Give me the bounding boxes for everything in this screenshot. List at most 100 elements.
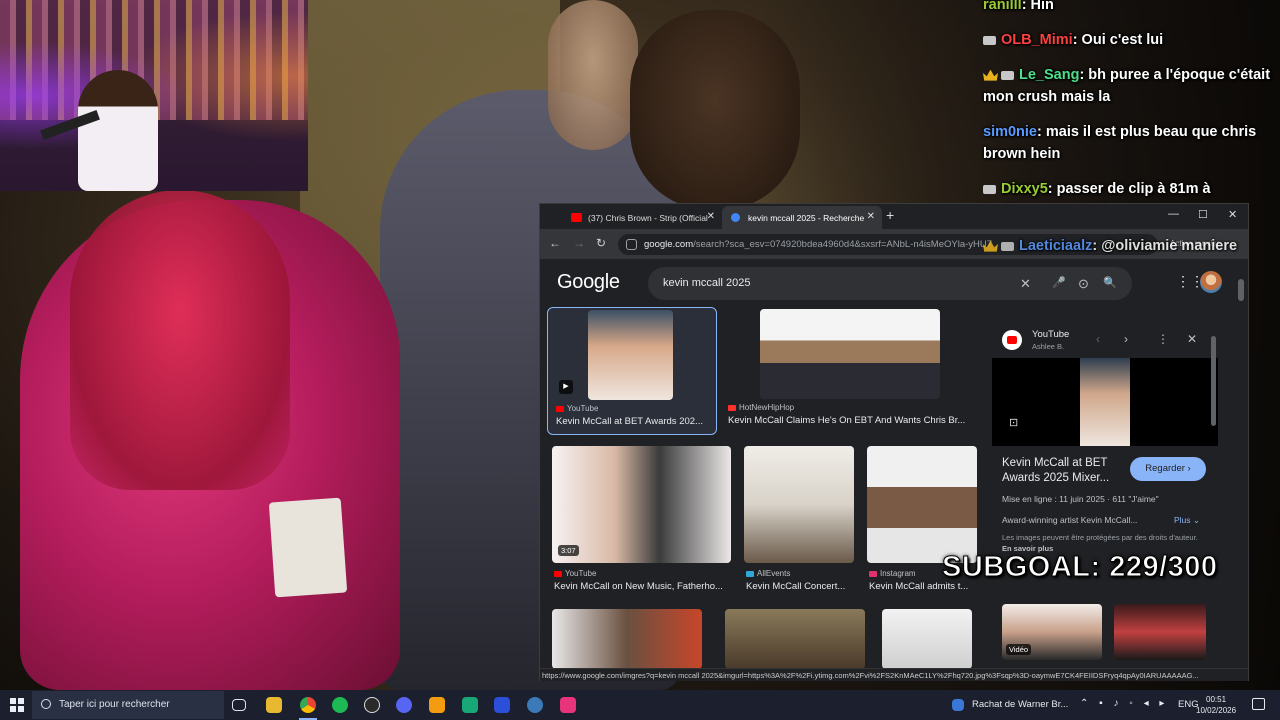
result-thumbnail bbox=[867, 446, 977, 563]
result-thumbnail[interactable] bbox=[882, 609, 972, 668]
image-preview-panel: YouTube Ashlee B. ‹ › ⋮ ✕ ⊡ Kevin McCall… bbox=[992, 326, 1218, 668]
spotify-icon[interactable] bbox=[332, 697, 348, 713]
result-title: Kevin McCall at BET Awards 202... bbox=[556, 416, 703, 427]
preview-image bbox=[1080, 358, 1130, 446]
tab-google-search[interactable]: kevin mccall 2025 - Recherche ✕ bbox=[722, 206, 882, 229]
result-thumbnail bbox=[552, 446, 731, 563]
visit-label: Regarder bbox=[1145, 463, 1185, 474]
chevron-left-icon[interactable]: ‹ bbox=[1096, 332, 1100, 346]
crown-icon bbox=[983, 240, 998, 252]
image-result[interactable]: HotNewHipHop Kevin McCall Claims He's On… bbox=[726, 307, 986, 435]
new-tab-button[interactable]: + bbox=[886, 207, 894, 223]
streamer bbox=[78, 70, 158, 191]
discord-icon[interactable] bbox=[396, 697, 412, 713]
task-view-icon[interactable] bbox=[232, 699, 246, 711]
google-logo[interactable]: Google bbox=[557, 271, 620, 294]
result-title: Kevin McCall Concert... bbox=[746, 581, 846, 592]
forward-button[interactable]: → bbox=[573, 236, 585, 250]
maximize-button[interactable]: ☐ bbox=[1198, 208, 1208, 221]
mic-icon[interactable]: 🎤 bbox=[1052, 267, 1066, 300]
panel-scrollbar[interactable] bbox=[1211, 336, 1216, 426]
clock-date: 10/02/2026 bbox=[1196, 706, 1237, 715]
chevron-right-icon[interactable]: › bbox=[1124, 332, 1128, 346]
minimize-button[interactable]: — bbox=[1168, 208, 1179, 220]
more-button[interactable]: Plus ⌄ bbox=[1174, 515, 1200, 526]
image-result[interactable]: AllEvents Kevin McCall Concert... bbox=[744, 444, 858, 604]
visit-button[interactable]: Regarder › bbox=[1130, 457, 1206, 481]
taskbar-search-input[interactable]: Taper ici pour rechercher bbox=[32, 691, 224, 719]
page-scrollbar[interactable] bbox=[1238, 279, 1244, 301]
hotnewhiphop-icon bbox=[728, 404, 736, 411]
chat-text: : Oui c'est lui bbox=[1072, 32, 1164, 48]
close-window-button[interactable]: ✕ bbox=[1228, 208, 1237, 221]
result-source: YouTube bbox=[556, 404, 598, 413]
lens-icon[interactable]: ⊙ bbox=[1078, 267, 1089, 300]
capcut-icon[interactable] bbox=[560, 697, 576, 713]
tab-strip: (37) Chris Brown - Strip (Official ✕ kev… bbox=[540, 204, 1248, 229]
app-icon[interactable] bbox=[462, 697, 478, 713]
avatar[interactable] bbox=[1200, 271, 1222, 293]
site-info-icon[interactable] bbox=[626, 239, 637, 250]
windows-start-icon[interactable] bbox=[10, 698, 24, 712]
system-tray-icons[interactable]: ⌃ ▪ ♪ ◦ ◂ ▸ bbox=[1080, 698, 1168, 709]
notification-icon[interactable] bbox=[1252, 698, 1265, 710]
obs-icon[interactable] bbox=[364, 697, 380, 713]
search-input[interactable]: kevin mccall 2025 ✕ 🎤 ⊙ 🔍 bbox=[648, 267, 1132, 300]
chat-message: Le_Sang: bh puree a l'époque c'était mon… bbox=[983, 64, 1275, 108]
preview-media[interactable]: ⊡ bbox=[992, 358, 1218, 446]
play-icon: ▶ bbox=[559, 380, 573, 394]
close-tab-icon[interactable]: ✕ bbox=[707, 211, 715, 222]
result-source: Instagram bbox=[869, 569, 916, 578]
app-icon[interactable] bbox=[494, 697, 510, 713]
tab-label: kevin mccall 2025 - Recherche bbox=[748, 212, 865, 223]
app-icon[interactable] bbox=[527, 697, 543, 713]
lens-icon[interactable]: ⊡ bbox=[1009, 416, 1018, 429]
google-icon bbox=[731, 213, 740, 222]
video-badge: Vidéo bbox=[1006, 644, 1032, 655]
chrome-icon[interactable] bbox=[300, 697, 316, 713]
chat-message: Laeticiaalz: @oliviamie maniere bbox=[983, 235, 1275, 257]
panel-title[interactable]: Kevin McCall at BET Awards 2025 Mixer... bbox=[1002, 456, 1122, 486]
news-widget[interactable]: Rachat de Warner Br... bbox=[972, 699, 1068, 710]
result-thumbnail[interactable] bbox=[552, 609, 702, 668]
red-hair bbox=[70, 190, 290, 490]
allevents-icon bbox=[746, 570, 754, 577]
news-widget-icon bbox=[952, 699, 964, 711]
reload-button[interactable]: ↻ bbox=[596, 236, 606, 250]
related-thumbnail[interactable] bbox=[1114, 604, 1206, 660]
result-source-label: AllEvents bbox=[757, 569, 791, 578]
youtube-icon bbox=[556, 405, 564, 412]
result-thumbnail[interactable] bbox=[725, 609, 865, 668]
clock-time: 00:51 bbox=[1206, 695, 1227, 704]
badge-icon bbox=[983, 35, 996, 45]
raised-hand bbox=[548, 0, 638, 150]
crown-icon bbox=[983, 69, 998, 81]
close-tab-icon[interactable]: ✕ bbox=[867, 211, 875, 222]
chrome-window: (37) Chris Brown - Strip (Official ✕ kev… bbox=[539, 203, 1249, 681]
result-source-label: HotNewHipHop bbox=[739, 403, 795, 412]
clock[interactable]: 00:51 10/02/2026 bbox=[1196, 694, 1236, 716]
panel-source: YouTube bbox=[1032, 329, 1070, 340]
file-explorer-icon[interactable] bbox=[266, 697, 282, 713]
badge-icon bbox=[983, 184, 996, 194]
image-result-selected[interactable]: ▶ YouTube Kevin McCall at BET Awards 202… bbox=[547, 307, 717, 435]
youtube-icon bbox=[1002, 330, 1022, 350]
instagram-icon bbox=[869, 570, 877, 577]
panel-description: Award-winning artist Kevin McCall... bbox=[1002, 515, 1138, 525]
more-options-icon[interactable]: ⋮ bbox=[1157, 332, 1169, 346]
image-result[interactable]: 3:07 YouTube Kevin McCall on New Music, … bbox=[552, 444, 732, 604]
video-duration: 3:07 bbox=[558, 545, 579, 556]
chat-username: OLB_Mimi bbox=[1001, 32, 1073, 48]
close-icon[interactable]: ✕ bbox=[1187, 332, 1197, 346]
result-title: Kevin McCall Claims He's On EBT And Want… bbox=[728, 415, 966, 426]
tab-youtube[interactable]: (37) Chris Brown - Strip (Official ✕ bbox=[562, 206, 722, 229]
lanyard-badge bbox=[268, 497, 348, 598]
chat-username: sim0nie bbox=[983, 124, 1037, 140]
result-title: Kevin McCall on New Music, Fatherho... bbox=[554, 581, 723, 592]
related-thumbnail[interactable]: Vidéo bbox=[1002, 604, 1102, 660]
app-icon[interactable] bbox=[429, 697, 445, 713]
url-path: /search?sca_esv=074920bdea4960d4&sxsrf=A… bbox=[693, 239, 993, 250]
back-button[interactable]: ← bbox=[549, 236, 561, 250]
clear-icon[interactable]: ✕ bbox=[1020, 267, 1031, 300]
search-icon[interactable]: 🔍 bbox=[1103, 267, 1117, 300]
